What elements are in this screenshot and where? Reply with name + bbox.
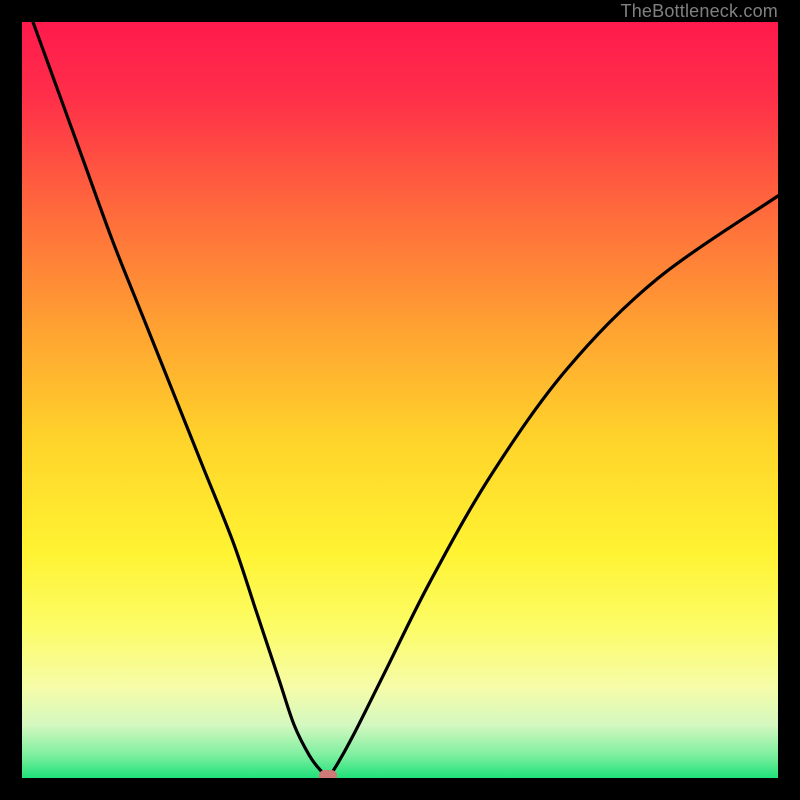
minimum-marker: [319, 770, 337, 778]
watermark-text: TheBottleneck.com: [621, 0, 778, 22]
chart-frame: TheBottleneck.com: [0, 0, 800, 800]
plot-area: [22, 22, 778, 778]
bottleneck-curve: [22, 22, 778, 778]
